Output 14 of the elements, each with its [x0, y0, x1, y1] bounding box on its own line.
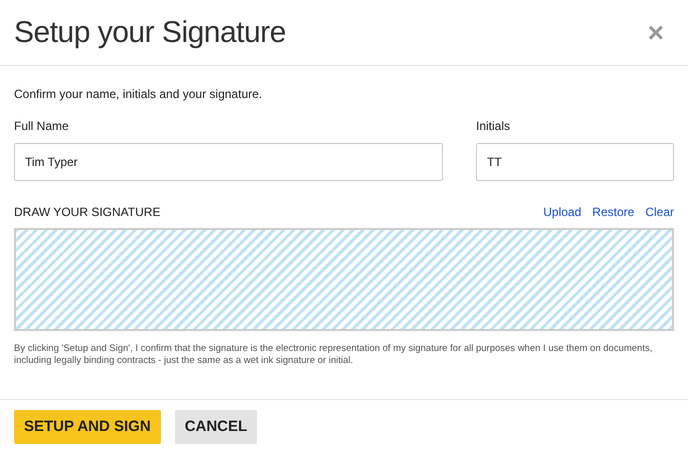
signature-pad[interactable] [14, 228, 674, 331]
signature-link[interactable]: Clear [645, 203, 674, 221]
field-label: Full Name [14, 118, 70, 135]
signature-link[interactable]: Upload [543, 203, 582, 221]
field-label: Initials [476, 118, 512, 135]
disclaimer-text: By clicking 'Setup and Sign', I confirm that the signature is the electronic representation of my signature for all purposes when I use them on documents, including legally binding contracts - just the same as a wet ink signature or initial. [14, 343, 654, 367]
intro-text: Confirm your name, initials and your signature. [14, 86, 264, 103]
dialog-title: Setup your Signature [14, 15, 286, 51]
setup-and-sign-button[interactable]: SETUP AND SIGN [14, 410, 161, 444]
signature-label: DRAW YOUR SIGNATURE [14, 204, 160, 221]
text-field[interactable]: Tim Typer [14, 143, 443, 181]
signature-link[interactable]: Restore [592, 203, 634, 221]
text-field[interactable]: TT [476, 143, 674, 181]
cancel-button[interactable]: CANCEL [174, 410, 258, 444]
